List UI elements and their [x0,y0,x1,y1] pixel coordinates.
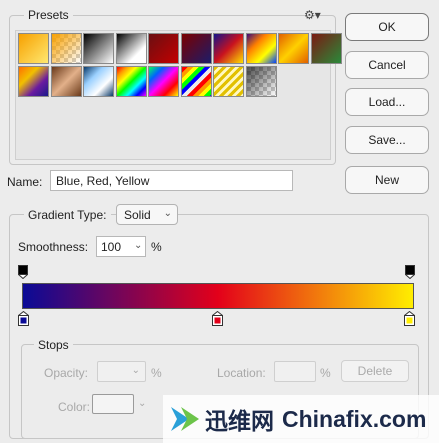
opacity-label: Opacity: [44,366,89,380]
color-stop-blue[interactable] [18,311,29,326]
chevron-down-icon: ⌄ [131,365,140,376]
smoothness-label: Smoothness: [18,240,89,254]
save-button[interactable]: Save... [345,126,429,154]
load-button[interactable]: Load... [345,88,429,116]
preset-swatch[interactable] [245,33,277,64]
preset-swatch[interactable] [245,65,277,97]
color-stop-red[interactable] [212,311,223,326]
gear-icon[interactable]: ⚙▾ [304,8,321,22]
new-button[interactable]: New [345,166,429,194]
preset-swatch[interactable] [278,33,309,64]
color-swatch[interactable] [92,394,134,414]
chevron-down-icon[interactable]: ⌄ [138,398,146,409]
preset-swatch[interactable] [148,65,179,97]
stops-title: Stops [34,338,73,352]
preset-swatch[interactable] [83,33,114,64]
chevron-down-icon: ⌄ [163,208,172,219]
opacity-unit: % [151,366,162,380]
name-label: Name: [7,175,43,189]
preset-swatch[interactable] [115,33,147,64]
opacity-input[interactable]: ⌄ [97,361,146,382]
delete-opacity-stop-button[interactable]: Delete [341,360,409,382]
preset-swatch[interactable] [50,65,82,97]
location-input[interactable] [274,361,316,382]
preset-swatch[interactable] [213,33,244,64]
preset-swatch[interactable] [213,65,244,97]
preset-swatch-grid [15,30,342,160]
chinafix-logo-icon [171,407,199,431]
presets-title: Presets [24,8,73,22]
preset-swatch[interactable] [180,33,212,64]
watermark-cn: 迅维网 [205,409,274,435]
preset-swatch[interactable] [50,33,82,64]
color-stop-yellow[interactable] [404,311,415,326]
gradient-bar[interactable] [22,283,414,309]
chevron-down-icon[interactable]: ⌄ [134,240,142,251]
preset-swatch[interactable] [18,65,49,97]
preset-swatch[interactable] [18,33,49,64]
preset-swatch[interactable] [115,65,147,97]
watermark: 迅维网 Chinafix.com [163,395,439,443]
color-label: Color: [58,400,91,414]
preset-swatch[interactable] [310,33,342,64]
gradient-type-value: Solid [124,207,151,222]
location-unit: % [320,366,331,380]
ok-button[interactable]: OK [345,13,429,41]
location-label: Location: [217,366,266,380]
smoothness-unit: % [151,240,162,254]
cancel-button[interactable]: Cancel [345,51,429,79]
opacity-stop-left[interactable] [18,265,28,279]
opacity-stop-right[interactable] [405,265,415,279]
preset-swatch[interactable] [180,65,212,97]
preset-swatch[interactable] [83,65,114,97]
name-input[interactable]: Blue, Red, Yellow [50,170,293,191]
watermark-en: Chinafix.com [282,405,427,432]
gradient-type-select[interactable]: Solid ⌄ [116,204,178,225]
gradient-type-label: Gradient Type: [24,208,111,222]
preset-swatch[interactable] [148,33,179,64]
